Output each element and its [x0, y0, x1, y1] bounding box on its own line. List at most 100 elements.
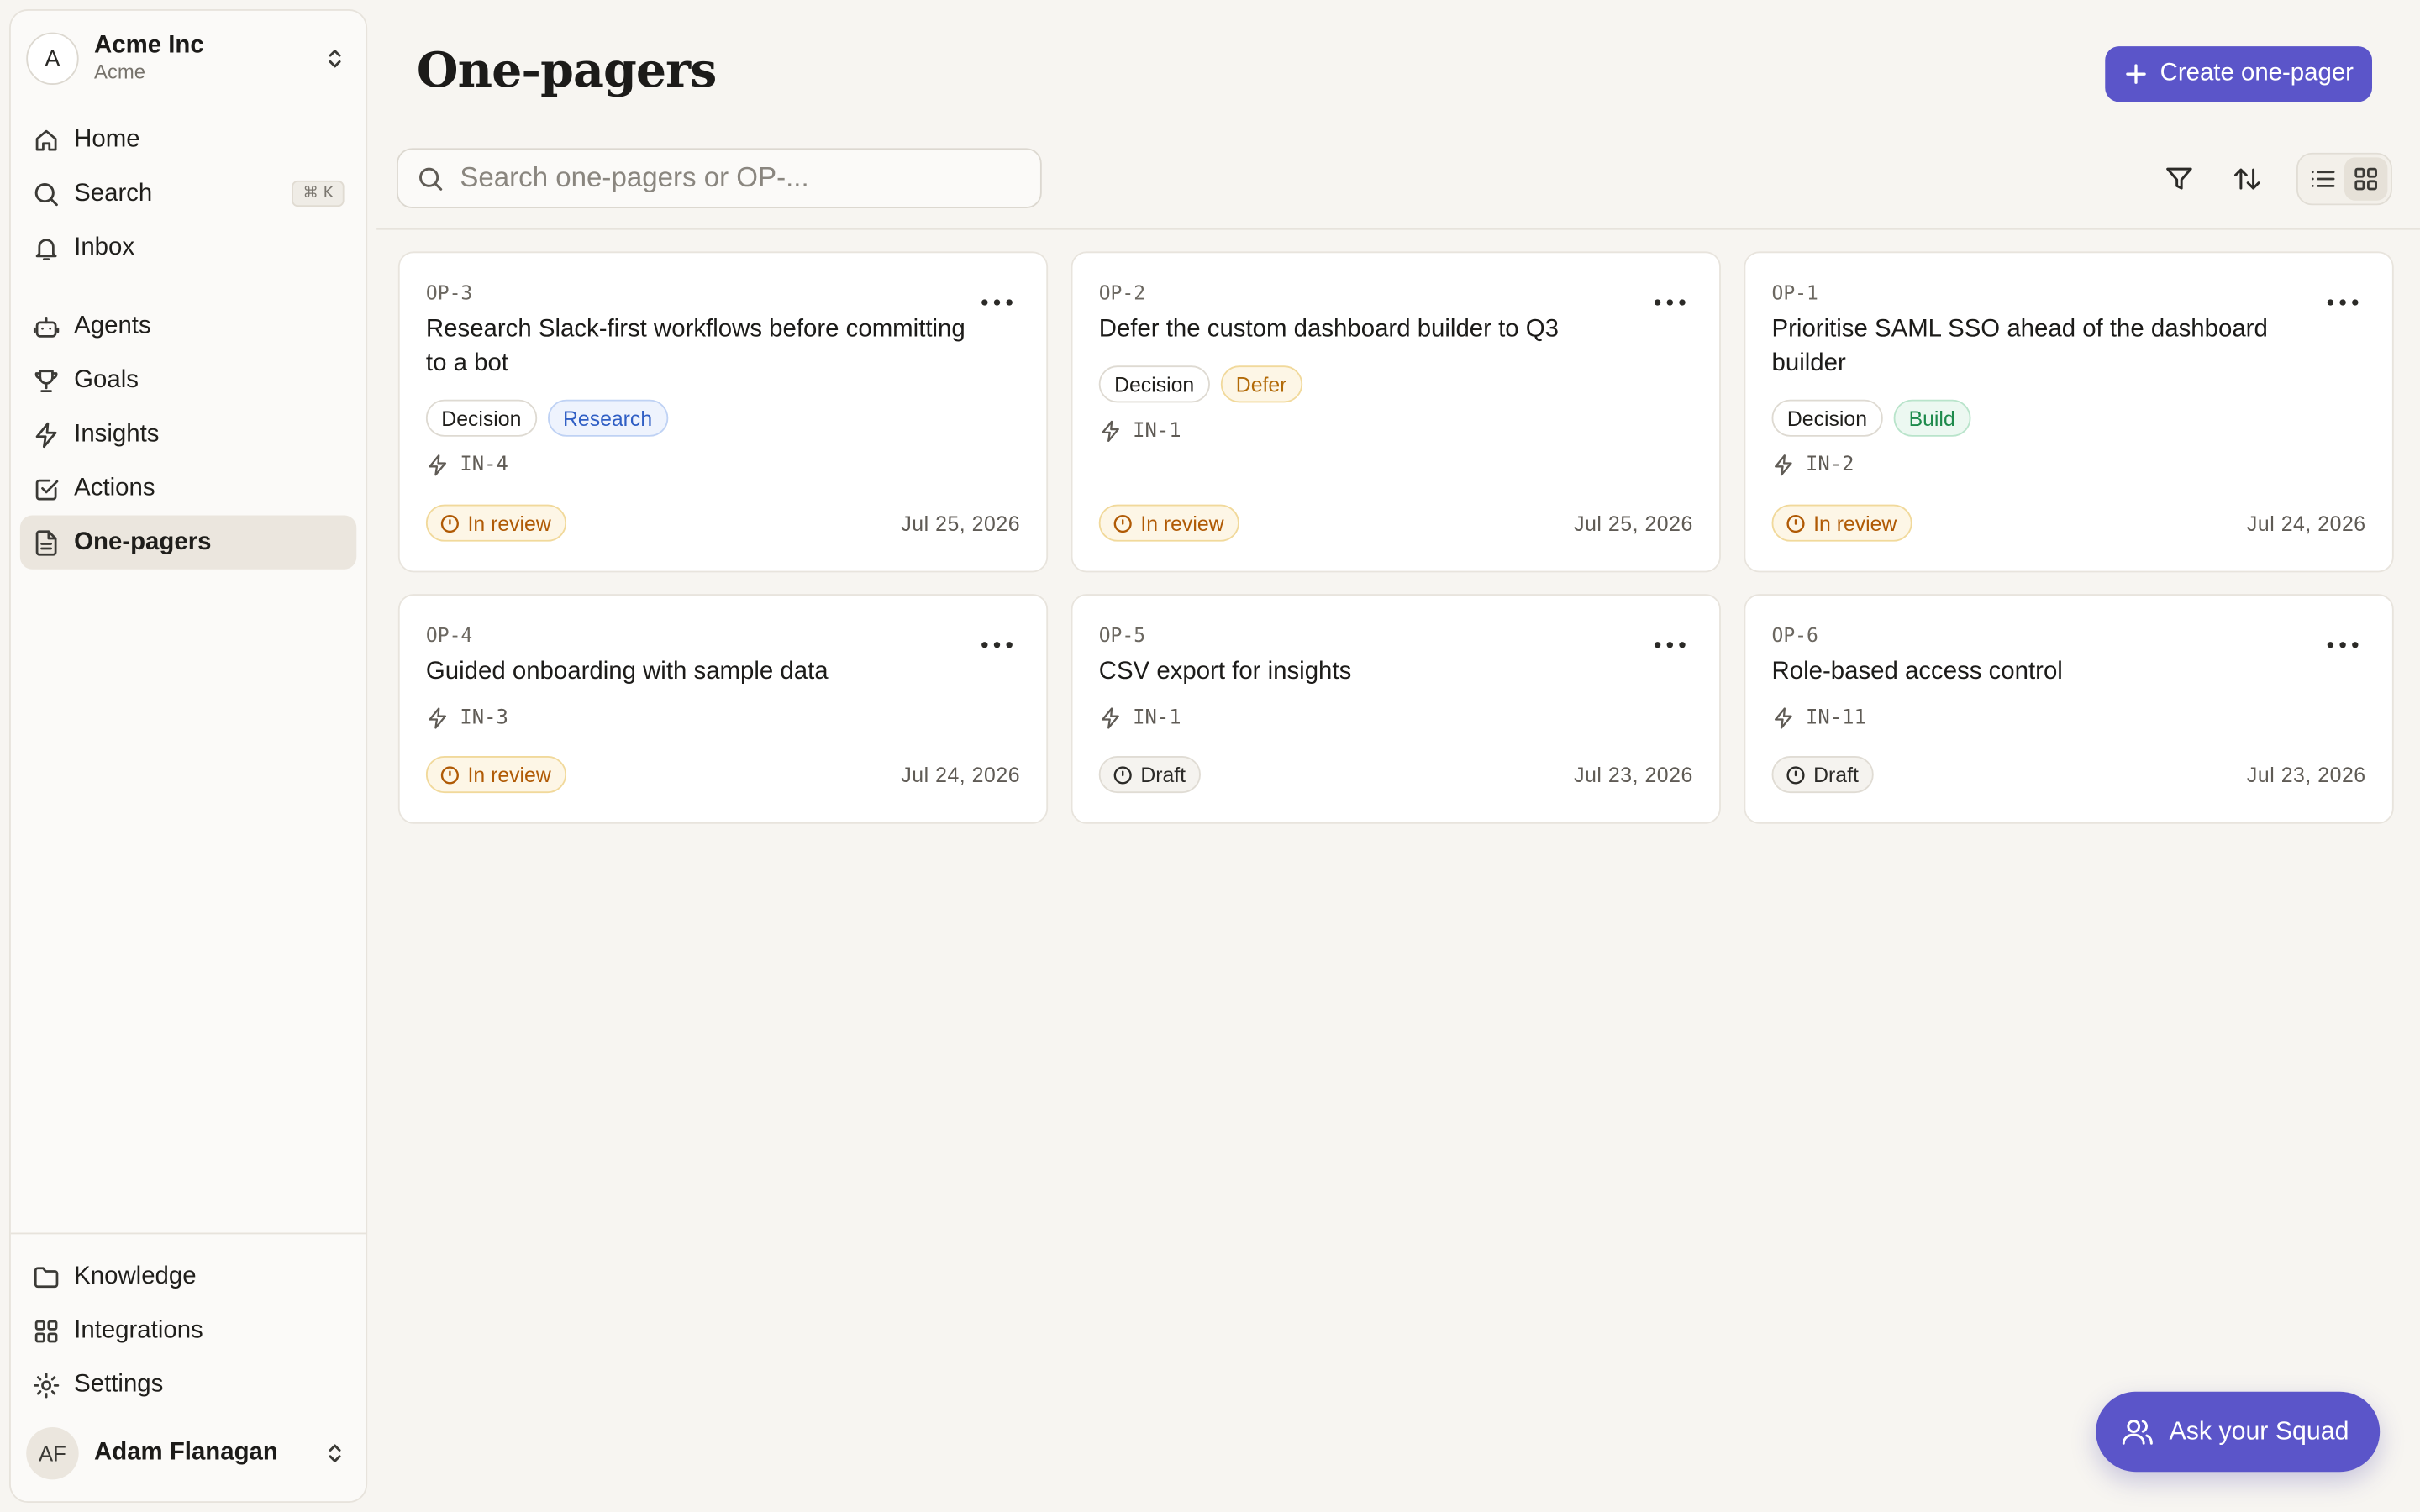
sidebar-item-actions[interactable]: Actions — [20, 461, 356, 515]
bolt-icon — [1774, 454, 1792, 476]
insight-id: IN-2 — [1805, 453, 1854, 477]
search-field[interactable] — [397, 148, 1042, 208]
plus-icon — [2125, 64, 2145, 84]
linked-insight[interactable]: IN-3 — [426, 706, 1020, 730]
card-id: OP-5 — [1098, 623, 1146, 647]
status-badge: In review — [425, 755, 567, 794]
sidebar-item-label: Knowledge — [74, 1263, 197, 1289]
more-options-icon[interactable] — [2327, 290, 2359, 314]
search-input[interactable] — [460, 161, 1022, 195]
one-pager-card[interactable]: OP-2 Defer the custom dashboard builder … — [1071, 251, 1721, 573]
grid-view-button[interactable] — [2344, 157, 2388, 201]
sidebar-divider — [10, 1232, 366, 1235]
tag-research: Research — [547, 399, 668, 437]
bolt-icon — [429, 707, 447, 729]
tag-decision: Decision — [1098, 365, 1210, 403]
insight-id: IN-4 — [460, 453, 508, 477]
card-id: OP-4 — [425, 623, 473, 647]
sidebar-nav: Home Search ⌘ K Inbox Agents Goals Insig… — [11, 100, 366, 594]
user-name: Adam Flanagan — [94, 1439, 278, 1466]
status-badge: In review — [1098, 504, 1239, 542]
sidebar-item-goals[interactable]: Goals — [20, 354, 356, 407]
home-icon — [35, 129, 57, 150]
insight-id: IN-11 — [1805, 706, 1866, 730]
checkbox-icon — [35, 478, 59, 500]
org-switcher[interactable]: A Acme Inc Acme — [11, 11, 366, 101]
trophy-icon — [34, 369, 58, 392]
bolt-icon — [429, 454, 447, 476]
one-pager-card[interactable]: OP-3 Research Slack-first workflows befo… — [397, 251, 1049, 573]
more-options-icon[interactable] — [981, 633, 1013, 657]
ask-button-label: Ask your Squad — [2169, 1417, 2349, 1446]
create-one-pager-button[interactable]: Create one-pager — [2104, 46, 2373, 102]
bolt-icon — [35, 421, 57, 448]
tag-defer: Defer — [1220, 365, 1302, 403]
sidebar: A Acme Inc Acme Home Search ⌘ K Inbox Ag… — [9, 9, 368, 1503]
sidebar-item-search[interactable]: Search ⌘ K — [20, 166, 356, 220]
sidebar-item-knowledge[interactable]: Knowledge — [20, 1250, 356, 1304]
card-date: Jul 24, 2026 — [2246, 511, 2366, 535]
one-pager-card[interactable]: OP-4 Guided onboarding with sample data … — [397, 594, 1049, 824]
sort-button[interactable] — [2219, 151, 2275, 207]
org-subtitle: Acme — [94, 60, 146, 84]
filter-button[interactable] — [2151, 151, 2207, 207]
sidebar-item-label: Integrations — [74, 1316, 203, 1343]
status-badge: In review — [425, 504, 567, 542]
sidebar-item-agents[interactable]: Agents — [20, 299, 356, 353]
toolbar — [2139, 151, 2392, 207]
linked-insight[interactable]: IN-11 — [1772, 706, 2366, 730]
linked-insight[interactable]: IN-2 — [1772, 454, 2366, 477]
clock-icon — [1786, 514, 1805, 533]
sidebar-item-label: Inbox — [74, 234, 135, 260]
more-options-icon[interactable] — [1654, 290, 1686, 314]
bolt-icon — [1102, 707, 1119, 729]
org-avatar: A — [26, 32, 79, 86]
sidebar-item-label: Agents — [74, 312, 151, 339]
insight-id: IN-3 — [460, 706, 508, 730]
linked-insight[interactable]: IN-4 — [426, 454, 1020, 477]
view-toggle — [2296, 152, 2392, 206]
sidebar-item-home[interactable]: Home — [20, 113, 356, 166]
filter-icon — [2166, 167, 2192, 190]
linked-insight[interactable]: IN-1 — [1099, 419, 1693, 444]
one-pager-card[interactable]: OP-1 Prioritise SAML SSO ahead of the da… — [1744, 251, 2394, 573]
more-options-icon[interactable] — [2327, 633, 2359, 657]
card-title: Research Slack-first workflows before co… — [425, 316, 965, 377]
status-badge: Draft — [1098, 755, 1202, 794]
one-pager-card[interactable]: OP-5 CSV export for insights IN-1 Draft … — [1071, 594, 1721, 824]
one-pager-grid: OP-3 Research Slack-first workflows befo… — [397, 251, 2394, 824]
grid-icon — [2354, 167, 2377, 191]
user-switcher[interactable]: AF Adam Flanagan — [11, 1412, 366, 1502]
card-date: Jul 25, 2026 — [1574, 511, 1693, 535]
list-view-button[interactable] — [2302, 157, 2344, 200]
clock-icon — [1113, 765, 1132, 784]
sidebar-footer-nav: Knowledge Integrations Settings — [11, 1250, 366, 1412]
one-pager-card[interactable]: OP-6 Role-based access control IN-11 Dra… — [1744, 594, 2394, 824]
clock-icon — [440, 765, 459, 784]
users-icon — [2121, 1420, 2152, 1445]
more-options-icon[interactable] — [1654, 633, 1686, 657]
search-icon — [419, 166, 443, 190]
card-date: Jul 23, 2026 — [2246, 763, 2366, 786]
bolt-icon — [1102, 420, 1119, 442]
card-id: OP-3 — [425, 281, 473, 304]
shortcut-badge: ⌘ K — [292, 180, 345, 207]
tag-build: Build — [1893, 399, 1971, 437]
sidebar-item-insights[interactable]: Insights — [20, 407, 356, 461]
insight-id: IN-1 — [1133, 419, 1181, 444]
card-id: OP-2 — [1098, 281, 1146, 304]
card-title: Role-based access control — [1771, 659, 2063, 685]
sidebar-item-integrations[interactable]: Integrations — [20, 1304, 356, 1357]
sidebar-item-inbox[interactable]: Inbox — [20, 221, 356, 275]
bot-icon — [33, 316, 60, 337]
sidebar-item-settings[interactable]: Settings — [20, 1357, 356, 1411]
ask-your-squad-button[interactable]: Ask your Squad — [2095, 1391, 2381, 1473]
sidebar-item-one-pagers[interactable]: One-pagers — [19, 515, 357, 570]
clock-icon — [1113, 514, 1132, 533]
sidebar-item-label: Home — [74, 125, 140, 152]
list-icon — [2311, 171, 2335, 187]
card-date: Jul 24, 2026 — [901, 763, 1021, 786]
linked-insight[interactable]: IN-1 — [1099, 706, 1693, 730]
create-button-label: Create one-pager — [2160, 60, 2354, 87]
more-options-icon[interactable] — [981, 290, 1013, 314]
